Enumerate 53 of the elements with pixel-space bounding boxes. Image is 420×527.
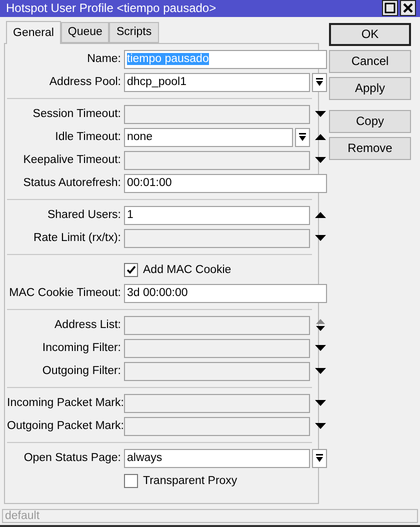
field-label: Status Autorefresh: [22, 177, 121, 190]
input-field[interactable] [124, 394, 310, 413]
input-field[interactable]: 00:01:00 [124, 174, 327, 193]
input-field[interactable]: 1 [124, 206, 310, 225]
close-icon[interactable] [400, 0, 416, 16]
tab[interactable]: Scripts [109, 22, 159, 43]
input-field[interactable] [124, 150, 310, 170]
window-title: Hotspot User Profile <tiempo pausado> [6, 1, 216, 16]
dropdown-button[interactable] [295, 128, 310, 147]
field-label: Outgoing Filter: [41, 365, 121, 378]
field-label: Rate Limit (rx/tx): [32, 232, 121, 244]
checkbox-label[interactable]: Add MAC Cookie [143, 264, 232, 276]
tab[interactable]: General [6, 20, 61, 44]
input-field[interactable] [124, 316, 310, 335]
dialog-button[interactable]: OK [329, 22, 411, 46]
dropdown-icon [315, 78, 324, 87]
field-label: Idle Timeout: [54, 131, 121, 144]
field-label: Address List: [54, 319, 121, 332]
dialog-button[interactable]: Apply [329, 76, 411, 100]
input-field[interactable] [124, 338, 310, 358]
dropdown-icon [315, 454, 324, 463]
field-label: Keepalive Timeout: [22, 154, 121, 166]
dialog-button[interactable]: Remove [329, 136, 411, 160]
input-field[interactable] [124, 362, 310, 381]
dialog-button[interactable]: Cancel [329, 50, 411, 73]
maximize-icon[interactable] [382, 0, 398, 16]
input-field[interactable]: 3d 00:00:00 [124, 284, 327, 303]
input-field[interactable] [124, 416, 310, 436]
dropdown-button[interactable] [312, 72, 327, 92]
input-field[interactable]: none [124, 128, 293, 147]
checkbox-label[interactable]: Transparent Proxy [143, 475, 238, 488]
dropdown-button[interactable] [312, 448, 327, 468]
input-field[interactable] [124, 228, 310, 248]
field-label: MAC Cookie Timeout: [8, 287, 121, 300]
checkbox[interactable] [124, 263, 138, 278]
field-label: Name: [86, 53, 121, 66]
field-label: Open Status Page: [22, 452, 121, 464]
field-label: Incoming Packet Mark: [7, 397, 121, 410]
field-label: Address Pool: [48, 76, 121, 88]
dropdown-icon [298, 132, 307, 142]
field-label: Outgoing Packet Mark: [7, 420, 121, 432]
field-label: Incoming Filter: [41, 342, 121, 354]
input-field[interactable]: always [124, 448, 310, 468]
field-label: Session Timeout: [32, 108, 121, 120]
input-field[interactable]: dhcp_pool1 [124, 72, 310, 92]
up-down-arrow-icon[interactable] [314, 319, 326, 332]
status-text: default [5, 510, 40, 522]
checkbox[interactable] [124, 474, 138, 488]
tab[interactable]: Queue [60, 22, 110, 43]
check-icon [126, 265, 136, 276]
field-label: Shared Users: [46, 209, 121, 222]
input-field[interactable] [124, 104, 310, 124]
dialog-button[interactable]: Copy [329, 110, 411, 133]
